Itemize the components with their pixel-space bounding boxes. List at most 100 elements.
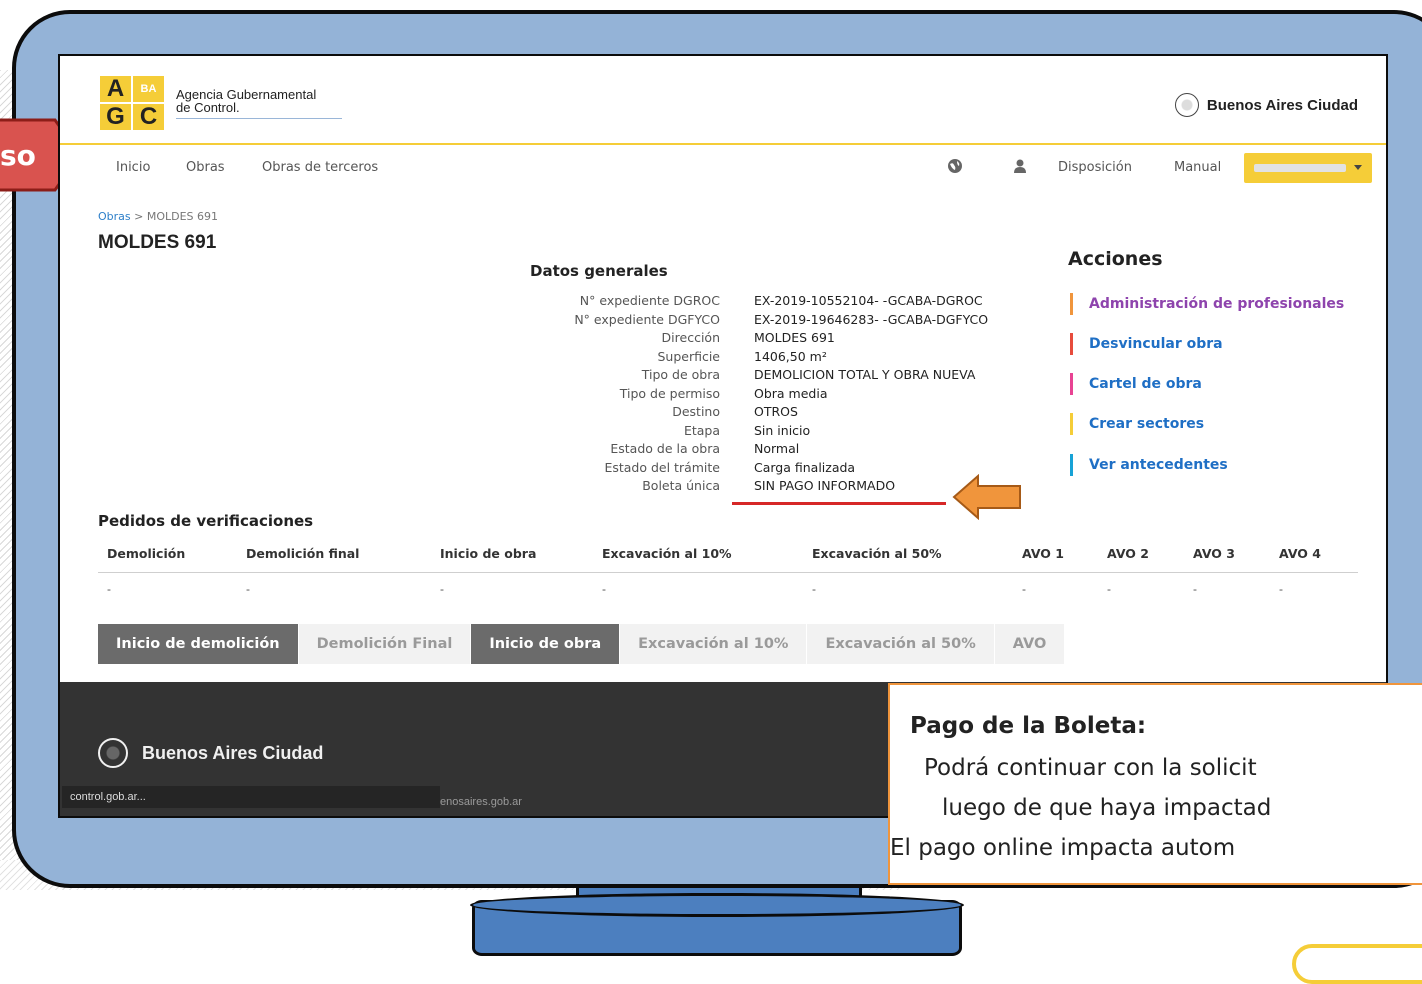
breadcrumb-current: MOLDES 691 [146,210,219,223]
logo-letter-c: C [133,104,164,130]
note-line: luego de que haya impactad [942,795,1272,821]
column-header: AVO 4 [1279,546,1321,561]
agency-name-line2: de Control. [176,100,240,115]
column-header: AVO 1 [1022,546,1064,561]
action-ver-antecedentes[interactable]: Ver antecedentes [1070,454,1228,476]
datos-value: 1406,50 m² [754,348,827,364]
datos-row-estado-obra: Estado de la obra Normal [440,440,988,459]
nav-item-disposicion[interactable]: Disposición [1058,160,1132,176]
breadcrumb: Obras > MOLDES 691 [98,210,218,223]
tab-excavacion-50[interactable]: Excavación al 50% [807,624,995,664]
site-header: A BA G C Agencia Gubernamental de Contro… [60,56,1386,145]
chevron-down-icon [1354,165,1362,170]
datos-row-estado-tramite: Estado del trámite Carga finalizada [440,459,988,478]
action-accent-bar [1070,413,1073,435]
column-header: Demolición final [246,546,360,561]
column-header: AVO 3 [1193,546,1235,561]
breadcrumb-obras-link[interactable]: Obras [98,210,131,223]
action-accent-bar [1070,373,1073,395]
datos-row-boleta-unica: Boleta única SIN PAGO INFORMADO [440,477,988,496]
table-cell: - [1107,582,1111,596]
action-label: Cartel de obra [1089,376,1202,392]
tab-avo[interactable]: AVO [994,624,1066,664]
action-label: Administración de profesionales [1089,296,1345,312]
datos-value: Obra media [754,385,828,401]
datos-row-direccion: Dirección MOLDES 691 [440,329,988,348]
table-cell: - [812,582,816,596]
tab-excavacion-10[interactable]: Excavación al 10% [620,624,808,664]
action-crear-sectores[interactable]: Crear sectores [1070,413,1205,435]
note-line: Podrá continuar con la solicit [924,755,1257,781]
action-label: Desvincular obra [1089,336,1223,352]
city-brand-label: Buenos Aires Ciudad [1206,96,1358,114]
datos-generales-heading: Datos generales [530,262,668,280]
note-line: El pago online impacta autom [890,835,1236,861]
footer-url-text: enosaires.gob.ar [440,796,522,808]
action-accent-bar [1070,293,1073,315]
action-accent-bar [1070,333,1073,355]
datos-label: Destino [672,404,720,419]
datos-label: Tipo de obra [641,367,720,382]
logo-letter-ba: BA [133,76,164,102]
monitor-stand-rim [470,893,964,917]
datos-value: MOLDES 691 [754,330,835,345]
action-cartel-de-obra[interactable]: Cartel de obra [1070,373,1202,395]
corner-badge [1292,944,1422,984]
datos-value: DEMOLICION TOTAL Y OBRA NUEVA [754,367,976,382]
table-cell: - [1279,582,1283,596]
datos-label: Estado del trámite [604,459,720,475]
column-header: Inicio de obra [440,546,537,561]
logo-letter-a: A [100,76,131,102]
datos-label: Boleta única [642,478,720,493]
datos-row-superficie: Superficie 1406,50 m² [440,348,988,367]
breadcrumb-separator: > [134,210,144,223]
datos-generales-table: N° expediente DGROC EX-2019-10552104- -GC… [440,292,988,496]
table-cell: - [440,582,444,596]
footer-brand-label: Buenos Aires Ciudad [142,742,324,763]
datos-label: Tipo de permiso [619,385,720,401]
datos-row-etapa: Etapa Sin inicio [440,422,988,441]
column-header: Demolición [107,546,186,561]
tab-inicio-de-obra[interactable]: Inicio de obra [471,624,621,664]
verificaciones-divider [98,572,1358,573]
agc-logo: A BA G C [100,76,164,130]
agency-underline [176,118,342,119]
datos-row-expediente-dgfyco: N° expediente DGFYCO EX-2019-19646283- -G… [440,311,988,330]
datos-label: Etapa [683,422,720,438]
nav-item-inicio[interactable]: Inicio [116,160,150,176]
nav-item-obras-de-terceros[interactable]: Obras de terceros [262,160,378,176]
table-cell: - [1193,582,1197,596]
acciones-heading: Acciones [1068,248,1163,270]
globe-icon[interactable] [947,158,963,174]
user-icon[interactable] [1012,158,1028,174]
logo-letter-g: G [100,104,131,130]
note-title: Pago de la Boleta: [910,713,1147,739]
action-administracion-profesionales[interactable]: Administración de profesionales [1070,293,1345,315]
user-menu-button[interactable] [1244,153,1372,183]
footer-brand[interactable]: Buenos Aires Ciudad [98,738,323,768]
datos-label: Estado de la obra [610,441,720,456]
datos-label: N° expediente DGFYCO [574,311,720,327]
nav-item-manual[interactable]: Manual [1174,160,1221,176]
header-divider [60,143,1386,145]
pedidos-heading: Pedidos de verificaciones [98,512,314,530]
payment-note-box: Pago de la Boleta: Podrá continuar con l… [888,683,1422,885]
verification-tabs: Inicio de demolición Demolición Final In… [98,624,1066,664]
boleta-highlight-underline [732,502,946,505]
nav-item-obras[interactable]: Obras [186,160,225,176]
city-brand[interactable]: Buenos Aires Ciudad [1174,92,1358,118]
step-callout-label: so [0,139,36,172]
agency-name: Agencia Gubernamental de Control. [176,88,316,114]
action-label: Ver antecedentes [1089,457,1228,473]
datos-value: EX-2019-10552104- -GCABA-DGROC [754,293,983,308]
datos-value: Normal [754,441,800,456]
column-header: Excavación al 50% [812,546,942,561]
datos-label: Dirección [661,330,720,345]
tab-demolicion-final[interactable]: Demolición Final [298,624,472,664]
action-desvincular-obra[interactable]: Desvincular obra [1070,333,1223,355]
datos-row-tipo-permiso: Tipo de permiso Obra media [440,385,988,404]
action-label: Crear sectores [1089,416,1205,432]
tab-inicio-de-demolicion[interactable]: Inicio de demolición [98,624,299,664]
column-header: Excavación al 10% [602,546,732,561]
boleta-status-value: SIN PAGO INFORMADO [754,478,896,493]
